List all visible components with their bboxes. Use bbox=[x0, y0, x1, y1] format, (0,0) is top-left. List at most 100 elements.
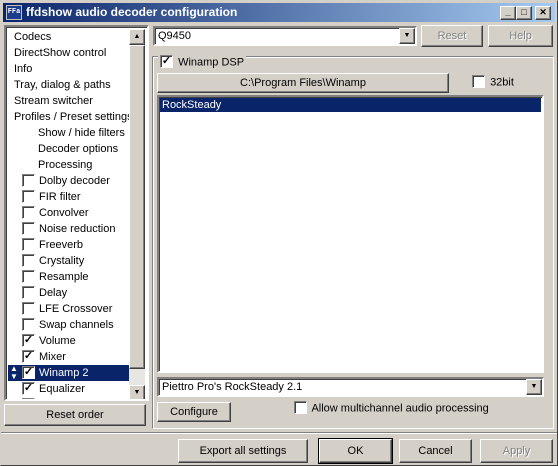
tree-items: Codecs DirectShow control Info Tray, dialog… bbox=[8, 29, 133, 399]
filter-checkbox[interactable]: ✓ bbox=[22, 349, 35, 363]
filter-checkbox[interactable] bbox=[22, 253, 35, 267]
maximize-button[interactable]: □ bbox=[516, 6, 532, 20]
ok-button[interactable]: OK bbox=[318, 438, 393, 464]
winamp-path-button[interactable]: C:\Program Files\Winamp bbox=[157, 73, 449, 93]
filter-checkbox[interactable] bbox=[22, 221, 35, 235]
filter-checkbox[interactable] bbox=[22, 173, 35, 187]
chevron-down-icon[interactable]: ▼ bbox=[399, 28, 415, 44]
tree-item[interactable]: FIR filter bbox=[8, 189, 132, 205]
cancel-button[interactable]: Cancel bbox=[399, 439, 472, 463]
configure-button[interactable]: Configure bbox=[157, 402, 231, 422]
window-title: ffdshow audio decoder configuration bbox=[26, 5, 238, 19]
tree-item[interactable]: Decoder options bbox=[8, 141, 132, 157]
tree-item-label: Equalizer bbox=[39, 383, 85, 395]
tree-item[interactable]: OSD bbox=[8, 397, 132, 399]
tree-item[interactable]: ✓ Equalizer bbox=[8, 381, 132, 397]
tree-item-label: Noise reduction bbox=[39, 223, 116, 235]
tree-item-label: Decoder options bbox=[38, 143, 119, 155]
filter-checkbox[interactable] bbox=[22, 317, 35, 331]
chevron-down-icon[interactable]: ▼ bbox=[526, 379, 542, 395]
tree-item-label: Codecs bbox=[14, 31, 52, 43]
filter-checkbox[interactable]: ✓ bbox=[22, 365, 35, 379]
multichannel-label: Allow multichannel audio processing bbox=[311, 402, 489, 415]
help-button[interactable]: Help bbox=[488, 25, 553, 47]
reorder-icon[interactable]: ▲ ▼ bbox=[10, 365, 18, 381]
tree-item[interactable]: Resample bbox=[8, 269, 132, 285]
winamp-dsp-label: Winamp DSP bbox=[178, 56, 245, 69]
tree-item-label: DirectShow control bbox=[14, 47, 107, 59]
tree-item-label: LFE Crossover bbox=[39, 303, 113, 315]
preset-select[interactable]: Q9450 ▼ bbox=[153, 26, 417, 46]
tree-item[interactable]: Info bbox=[8, 61, 132, 77]
tree-item-label: Freeverb bbox=[39, 239, 84, 251]
tree-item[interactable]: ✓ Volume bbox=[8, 333, 132, 349]
tree-item[interactable]: Freeverb bbox=[8, 237, 132, 253]
winamp-dsp-toggle[interactable]: ✓ Winamp DSP bbox=[158, 55, 247, 69]
filter-checkbox[interactable] bbox=[22, 205, 35, 219]
tree-item-label: Show / hide filters bbox=[38, 127, 125, 139]
tree-item[interactable]: Tray, dialog & paths bbox=[8, 77, 132, 93]
reset-order-button[interactable]: Reset order bbox=[4, 404, 146, 426]
tree-item[interactable]: Profiles / Preset settings bbox=[8, 109, 133, 125]
bit32-toggle[interactable]: 32bit bbox=[472, 75, 514, 89]
tree-item[interactable]: Swap channels bbox=[8, 317, 132, 333]
tree-item[interactable]: Noise reduction bbox=[8, 221, 132, 237]
app-icon: FFa bbox=[6, 5, 22, 20]
tree-item[interactable]: Stream switcher bbox=[8, 93, 132, 109]
filter-checkbox[interactable] bbox=[22, 285, 35, 299]
filter-checkbox[interactable] bbox=[22, 301, 35, 315]
scroll-up-button[interactable]: ▲ bbox=[129, 29, 145, 45]
list-item[interactable]: RockSteady bbox=[160, 98, 541, 112]
tree-item[interactable]: LFE Crossover bbox=[8, 301, 132, 317]
tree-item-label: Dolby decoder bbox=[39, 175, 110, 187]
tree-item[interactable]: ✓ Mixer bbox=[8, 349, 132, 365]
tree-item-label: Delay bbox=[39, 287, 68, 299]
plugin-list[interactable]: RockSteady bbox=[157, 95, 544, 373]
filter-checkbox[interactable] bbox=[22, 397, 35, 399]
tree-item[interactable]: Crystality bbox=[8, 253, 132, 269]
multichannel-toggle[interactable]: Allow multichannel audio processing bbox=[294, 401, 489, 415]
tree-item-label: Crystality bbox=[39, 255, 85, 267]
tree-item-label: Mixer bbox=[39, 351, 66, 363]
app-window: FFa ffdshow audio decoder configuration … bbox=[0, 0, 558, 466]
tree-item[interactable]: Delay bbox=[8, 285, 132, 301]
tree-item-label: FIR filter bbox=[39, 191, 81, 203]
export-settings-button[interactable]: Export all settings bbox=[178, 439, 308, 463]
plugin-select[interactable]: Piettro Pro's RockSteady 2.1 ▼ bbox=[157, 377, 544, 397]
scroll-thumb[interactable] bbox=[129, 45, 145, 369]
tree-item[interactable]: ▲ ▼ ✓ Winamp 2 bbox=[8, 365, 132, 381]
tree-item[interactable]: Dolby decoder bbox=[8, 173, 132, 189]
tree-item-label: Volume bbox=[39, 335, 76, 347]
multichannel-checkbox[interactable] bbox=[294, 401, 307, 414]
scroll-down-button[interactable]: ▼ bbox=[129, 385, 145, 399]
reset-button[interactable]: Reset bbox=[421, 25, 483, 47]
bit32-checkbox[interactable] bbox=[472, 75, 485, 88]
tree-item-label: Winamp 2 bbox=[37, 367, 91, 379]
tree-item[interactable]: DirectShow control bbox=[8, 45, 132, 61]
tree-item-label: Info bbox=[14, 63, 33, 75]
settings-tree[interactable]: Codecs DirectShow control Info Tray, dialog… bbox=[4, 25, 149, 401]
minimize-button[interactable]: _ bbox=[500, 6, 516, 20]
close-button[interactable]: ✕ bbox=[535, 6, 551, 20]
tree-item-label: Tray, dialog & paths bbox=[14, 79, 111, 91]
title-bar[interactable]: FFa ffdshow audio decoder configuration … bbox=[3, 3, 555, 22]
filter-checkbox[interactable] bbox=[22, 189, 35, 203]
tree-item[interactable]: Show / hide filters bbox=[8, 125, 132, 141]
filter-checkbox[interactable]: ✓ bbox=[22, 333, 35, 347]
plugin-select-value: Piettro Pro's RockSteady 2.1 bbox=[162, 381, 303, 393]
filter-checkbox[interactable]: ✓ bbox=[22, 381, 35, 395]
filter-checkbox[interactable] bbox=[22, 269, 35, 283]
winamp-dsp-checkbox[interactable]: ✓ bbox=[160, 55, 173, 68]
tree-item-label: Stream switcher bbox=[14, 95, 93, 107]
tree-item[interactable]: Convolver bbox=[8, 205, 132, 221]
tree-scrollbar[interactable]: ▲ ▼ bbox=[129, 29, 145, 399]
tree-item-label: Convolver bbox=[39, 207, 89, 219]
preset-value: Q9450 bbox=[158, 30, 192, 42]
tree-item[interactable]: Codecs bbox=[8, 29, 132, 45]
tree-item-label: Swap channels bbox=[39, 319, 114, 331]
footer-divider bbox=[1, 432, 557, 434]
bit32-label: 32bit bbox=[490, 76, 514, 89]
filter-checkbox[interactable] bbox=[22, 237, 35, 251]
apply-button[interactable]: Apply bbox=[480, 439, 553, 463]
tree-item[interactable]: Processing bbox=[8, 157, 132, 173]
